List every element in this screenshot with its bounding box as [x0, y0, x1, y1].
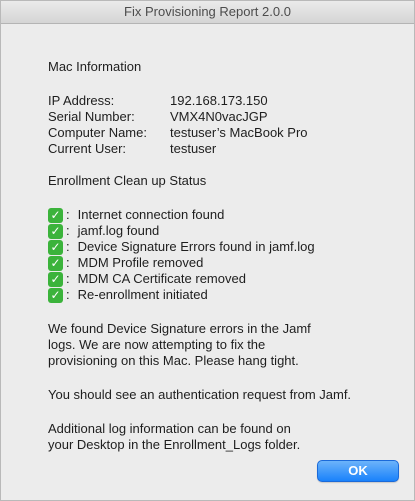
info-value: VMX4N0vacJGP — [170, 109, 268, 124]
status-item: ✓: MDM Profile removed — [48, 255, 408, 271]
status-text: MDM CA Certificate removed — [77, 271, 246, 286]
mac-info-heading: Mac Information — [48, 59, 142, 74]
message-log-location: Additional log information can be found … — [48, 421, 301, 452]
info-label: Serial Number: — [48, 109, 135, 124]
check-mark-icon: ✓ — [48, 287, 63, 303]
check-mark-icon: ✓ — [48, 255, 63, 271]
status-text: jamf.log found — [77, 223, 160, 238]
message-auth-request: You should see an authentication request… — [48, 387, 352, 402]
message-fixing: We found Device Signature errors in the … — [48, 321, 311, 368]
status-item: ✓: jamf.log found — [48, 223, 408, 239]
check-mark-icon: ✓ — [48, 271, 63, 287]
info-row-current-user: Current User: testuser — [48, 141, 408, 157]
status-item: ✓: Device Signature Errors found in jamf… — [48, 239, 408, 255]
info-row-computer-name: Computer Name: testuser’s MacBook Pro — [48, 125, 408, 141]
check-mark-icon: ✓ — [48, 223, 63, 239]
info-row-serial: Serial Number: VMX4N0vacJGP — [48, 109, 408, 125]
info-value: 192.168.173.150 — [170, 93, 268, 108]
status-item: ✓: MDM CA Certificate removed — [48, 271, 408, 287]
info-value: testuser’s MacBook Pro — [170, 125, 308, 140]
info-value: testuser — [170, 141, 217, 156]
info-label: IP Address: — [48, 93, 115, 108]
check-mark-icon: ✓ — [48, 207, 63, 223]
check-mark-icon: ✓ — [48, 239, 63, 255]
report-content: Mac Information IP Address: 192.168.173.… — [48, 59, 408, 453]
status-text: Re-enrollment initiated — [77, 287, 208, 302]
info-row-ip: IP Address: 192.168.173.150 — [48, 93, 408, 109]
info-label: Current User: — [48, 141, 127, 156]
dialog-window: Fix Provisioning Report 2.0.0 Mac Inform… — [0, 0, 415, 501]
status-item: ✓: Re-enrollment initiated — [48, 287, 408, 303]
info-label: Computer Name: — [48, 125, 147, 140]
status-text: Device Signature Errors found in jamf.lo… — [77, 239, 315, 254]
ok-button[interactable]: OK — [317, 460, 399, 482]
status-text: MDM Profile removed — [77, 255, 204, 270]
status-item: ✓: Internet connection found — [48, 207, 408, 223]
window-title: Fix Provisioning Report 2.0.0 — [1, 1, 414, 24]
enrollment-heading: Enrollment Clean up Status — [48, 173, 207, 188]
status-text: Internet connection found — [77, 207, 225, 222]
